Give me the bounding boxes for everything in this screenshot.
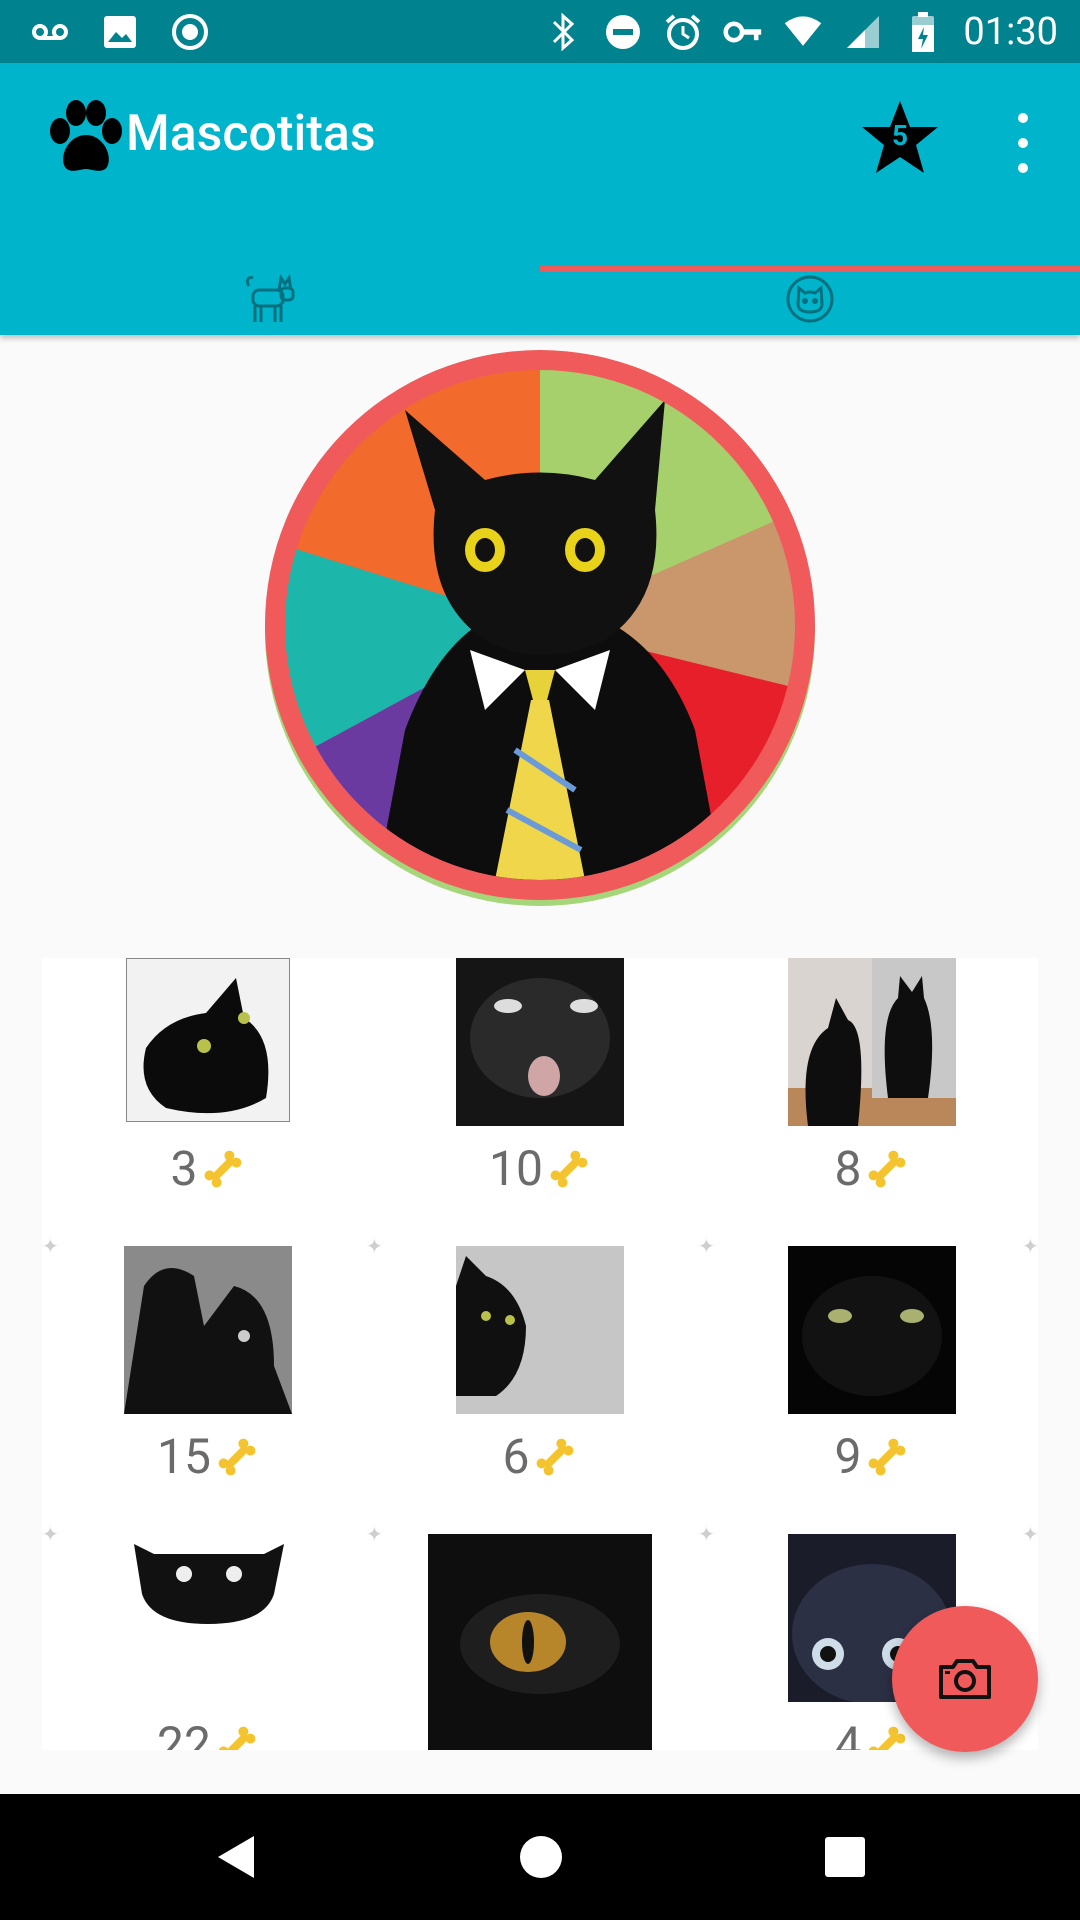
home-icon[interactable] xyxy=(508,1824,574,1890)
grid-item[interactable]: 15 xyxy=(42,1246,374,1534)
cat-photo xyxy=(456,1246,624,1414)
bluetooth-icon xyxy=(543,12,583,52)
bone-icon xyxy=(218,1726,256,1750)
camera-fab-button[interactable] xyxy=(892,1606,1038,1752)
bone-icon xyxy=(869,1438,906,1475)
cat-photo xyxy=(428,1534,652,1750)
business-cat-avatar xyxy=(285,370,795,880)
like-count: 4 xyxy=(834,1716,862,1750)
grid-item[interactable]: 6 xyxy=(374,1246,706,1534)
vpn-key-icon xyxy=(723,12,763,52)
cat-photo xyxy=(788,1246,956,1414)
grid-item[interactable]: 3 xyxy=(42,958,374,1246)
recents-icon[interactable] xyxy=(812,1824,878,1890)
app-title: Mascotitas xyxy=(126,105,376,163)
bone-icon xyxy=(550,1150,588,1187)
like-count: 15 xyxy=(157,1428,211,1485)
image-icon xyxy=(100,12,140,52)
wifi-icon xyxy=(783,12,823,52)
grid-item[interactable] xyxy=(374,1534,706,1750)
sparkle-icon: ✦ xyxy=(42,1234,59,1258)
cat-photo xyxy=(456,958,624,1126)
photo-grid: 3 10 8 15 6 9 22 4 ✦ ✦ ✦ ✦ ✦ ✦ ✦ ✦ xyxy=(42,958,1038,1750)
grid-item[interactable]: 9 xyxy=(706,1246,1038,1534)
like-count: 9 xyxy=(834,1428,862,1485)
more-vert-icon[interactable] xyxy=(1005,113,1041,173)
bone-icon xyxy=(869,1726,906,1750)
profile-avatar[interactable] xyxy=(265,350,815,900)
paw-icon xyxy=(50,100,122,171)
cat-photo xyxy=(124,1246,292,1414)
sparkle-icon: ✦ xyxy=(42,1522,59,1546)
bone-icon xyxy=(205,1150,242,1187)
sparkle-icon: ✦ xyxy=(698,1522,715,1546)
status-time: 01:30 xyxy=(963,10,1058,54)
cat-icon xyxy=(245,274,295,322)
like-count: 6 xyxy=(502,1428,530,1485)
camera-icon xyxy=(939,1659,991,1699)
grid-item[interactable]: 8 xyxy=(706,958,1038,1246)
cat-face-icon xyxy=(786,275,834,323)
back-icon[interactable] xyxy=(202,1824,268,1890)
grid-item[interactable]: 22 xyxy=(42,1534,374,1750)
battery-icon xyxy=(903,12,943,52)
tab-pets[interactable] xyxy=(0,263,540,335)
cat-photo xyxy=(124,1534,292,1702)
sparkle-icon: ✦ xyxy=(366,1234,383,1258)
app-bar: Mascotitas 5 xyxy=(0,63,1080,335)
sync-icon xyxy=(170,12,210,52)
cat-photo xyxy=(126,958,290,1122)
alarm-icon xyxy=(663,12,703,52)
voicemail-icon xyxy=(30,12,70,52)
cat-photo xyxy=(788,958,956,1126)
bone-icon xyxy=(218,1438,256,1475)
like-count: 10 xyxy=(489,1140,543,1197)
grid-item[interactable]: 10 xyxy=(374,958,706,1246)
sparkle-icon: ✦ xyxy=(698,1234,715,1258)
like-count: 22 xyxy=(157,1716,211,1750)
like-count: 8 xyxy=(834,1140,862,1197)
signal-icon xyxy=(843,12,883,52)
tab-profile[interactable] xyxy=(540,263,1080,335)
like-count: 3 xyxy=(170,1140,198,1197)
status-bar: 01:30 xyxy=(0,0,1080,63)
tab-indicator xyxy=(540,266,1080,272)
do-not-disturb-icon xyxy=(603,12,643,52)
bone-icon xyxy=(537,1438,574,1475)
sparkle-icon: ✦ xyxy=(1022,1522,1038,1546)
sparkle-icon: ✦ xyxy=(1022,1234,1038,1258)
bone-icon xyxy=(869,1150,906,1187)
rating-count: 5 xyxy=(891,119,909,152)
navigation-bar xyxy=(0,1794,1080,1920)
sparkle-icon: ✦ xyxy=(366,1522,383,1546)
